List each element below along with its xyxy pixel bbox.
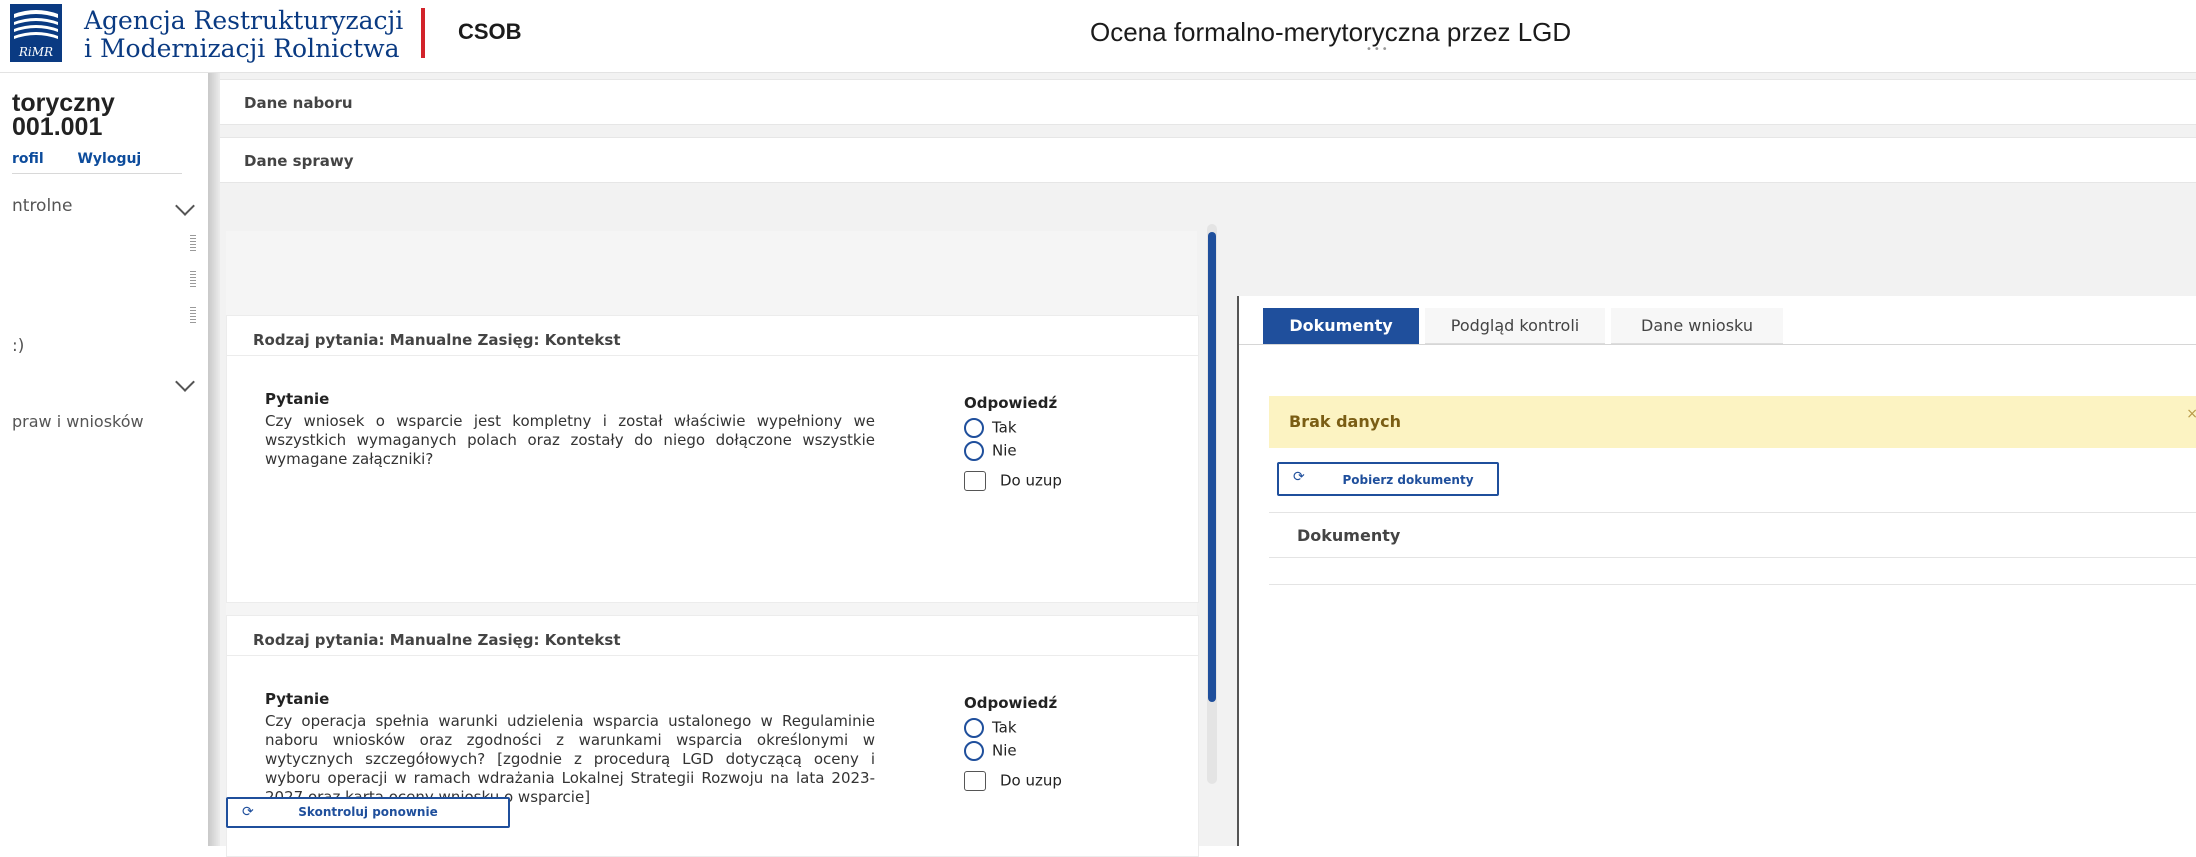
tab-dane-wniosku[interactable]: Dane wniosku <box>1611 308 1783 344</box>
question-label: Pytanie <box>265 390 330 408</box>
no-data-alert: Brak danych × <box>1269 396 2196 448</box>
section-title: Dane sprawy <box>244 152 354 170</box>
drag-handle-icon[interactable] <box>190 307 196 323</box>
section-title: Dane naboru <box>244 94 353 112</box>
to-complete-option[interactable]: Do uzup <box>964 471 1062 491</box>
question-label: Pytanie <box>265 690 330 708</box>
sidebar-item-label: :) <box>12 336 25 356</box>
sidebar-item-label: praw i wniosków <box>12 412 144 431</box>
sidebar-title-line-1: toryczny <box>12 89 115 117</box>
agency-name-line-2: i Modernizacji Rolnictwa <box>84 34 400 63</box>
arimr-logo-icon: RiMR <box>10 4 62 62</box>
documents-panel: Dokumenty Podgląd kontroli Dane wniosku … <box>1237 296 2196 846</box>
sidebar: toryczny 001.001 rofil Wyloguj ntrolne :… <box>12 73 208 846</box>
tab-podglad-kontroli[interactable]: Podgląd kontroli <box>1425 308 1605 344</box>
answer-yes-option[interactable]: Tak <box>964 418 1017 438</box>
answer-label: Odpowiedź <box>964 694 1058 712</box>
logout-link[interactable]: Wyloguj <box>77 151 141 167</box>
chevron-down-icon[interactable] <box>175 372 195 392</box>
alert-text: Brak danych <box>1289 412 1402 431</box>
documents-table-header: Dokumenty <box>1269 512 2196 558</box>
refresh-icon: ⟳ <box>1293 469 1305 485</box>
answer-label: Odpowiedź <box>964 394 1058 412</box>
questions-panel: Rodzaj pytania: Manualne Zasięg: Konteks… <box>226 231 1199 857</box>
profile-link[interactable]: rofil <box>12 151 44 167</box>
sidebar-item-label: ntrolne <box>12 196 73 216</box>
sidebar-item-cases[interactable]: praw i wniosków <box>12 412 202 431</box>
system-name: CSOB <box>458 19 522 44</box>
answer-yes-option[interactable]: Tak <box>964 718 1017 738</box>
tab-divider <box>1239 344 2196 345</box>
radio-no-label: Nie <box>992 741 1017 760</box>
radio-yes-label: Tak <box>992 718 1017 737</box>
radio-yes[interactable] <box>964 718 984 738</box>
fetch-documents-label: Pobierz dokumenty <box>1342 473 1474 487</box>
drag-handle-icon[interactable] <box>190 271 196 287</box>
questions-scrollbar-thumb[interactable] <box>1208 232 1216 702</box>
to-complete-checkbox[interactable] <box>964 471 986 491</box>
question-type-header: Rodzaj pytania: Manualne Zasięg: Konteks… <box>227 316 1198 356</box>
section-dane-sprawy[interactable]: Dane sprawy <box>220 137 2196 183</box>
question-card: Rodzaj pytania: Manualne Zasięg: Konteks… <box>226 315 1199 603</box>
question-text: Czy operacja spełnia warunki udzielenia … <box>265 712 875 806</box>
question-text: Czy wniosek o wsparcie jest kompletny i … <box>265 412 875 468</box>
answer-no-option[interactable]: Nie <box>964 741 1017 761</box>
sidebar-divider <box>12 173 182 174</box>
recheck-button-label: Skontroluj ponownie <box>298 805 438 819</box>
chevron-down-icon[interactable] <box>175 196 195 216</box>
sidebar-item-controls[interactable]: ntrolne <box>12 196 202 216</box>
to-complete-option[interactable]: Do uzup <box>964 771 1062 791</box>
radio-no[interactable] <box>964 441 984 461</box>
to-complete-label: Do uzup <box>1000 771 1062 790</box>
app-header: RiMR Agencja Restrukturyzacji i Moderniz… <box>0 0 2196 73</box>
sidebar-item-partial[interactable]: :) <box>12 336 202 356</box>
question-type-header: Rodzaj pytania: Manualne Zasięg: Konteks… <box>227 616 1198 656</box>
page-title: Ocena formalno-merytoryczna przez LGD <box>1090 17 1572 47</box>
fetch-documents-button[interactable]: ⟳ Pobierz dokumenty <box>1277 462 1499 496</box>
sidebar-resize-border[interactable] <box>208 73 220 846</box>
more-dots-icon[interactable]: ••• <box>1366 44 1390 55</box>
header-divider <box>421 8 425 58</box>
drag-handle-icon[interactable] <box>190 235 196 251</box>
documents-column-header: Dokumenty <box>1297 526 1401 545</box>
user-links: rofil Wyloguj <box>12 151 141 167</box>
radio-no-label: Nie <box>992 441 1017 460</box>
sidebar-title: toryczny 001.001 <box>12 89 115 141</box>
svg-text:RiMR: RiMR <box>18 45 53 59</box>
radio-yes[interactable] <box>964 418 984 438</box>
documents-table-body <box>1269 556 2196 585</box>
close-icon[interactable]: × <box>2186 406 2196 422</box>
radio-yes-label: Tak <box>992 418 1017 437</box>
tab-dokumenty[interactable]: Dokumenty <box>1263 308 1419 344</box>
section-dane-naboru[interactable]: Dane naboru <box>220 79 2196 125</box>
answer-no-option[interactable]: Nie <box>964 441 1017 461</box>
agency-name-line-1: Agencja Restrukturyzacji <box>84 6 404 35</box>
to-complete-checkbox[interactable] <box>964 771 986 791</box>
radio-no[interactable] <box>964 741 984 761</box>
to-complete-label: Do uzup <box>1000 471 1062 490</box>
sidebar-title-line-2: 001.001 <box>12 113 103 141</box>
recheck-button[interactable]: ⟳ Skontroluj ponownie <box>226 797 510 828</box>
